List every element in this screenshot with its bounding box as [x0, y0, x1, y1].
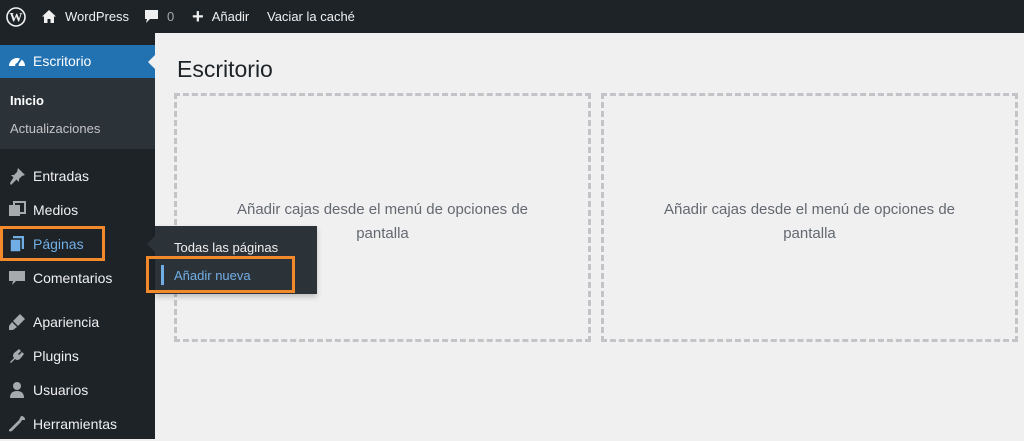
menu-item-comments[interactable]: Comentarios	[0, 261, 155, 295]
highlight-box-add-new	[146, 256, 295, 293]
users-icon	[8, 381, 26, 399]
submenu-item-updates[interactable]: Actualizaciones	[10, 121, 100, 136]
page-title: Escritorio	[177, 56, 273, 82]
menu-label-users: Usuarios	[33, 382, 89, 398]
current-menu-arrow	[148, 55, 155, 69]
dashboard-label: Escritorio	[33, 53, 92, 69]
dashboard-submenu: Inicio Actualizaciones	[0, 78, 155, 149]
menu-label-posts: Entradas	[33, 168, 90, 184]
comment-icon	[8, 269, 26, 287]
site-name: WordPress	[65, 9, 130, 24]
cache-label: Vaciar la caché	[267, 9, 355, 24]
widget-drop-area-1: Añadir cajas desde el menú de opciones d…	[174, 93, 591, 342]
new-label: Añadir	[211, 9, 250, 24]
menu-item-appearance[interactable]: Apariencia	[0, 305, 155, 339]
appearance-icon	[8, 313, 26, 331]
comment-bubble-icon	[144, 9, 159, 24]
menu-label-tools: Herramientas	[33, 416, 118, 432]
drop-area-message: Añadir cajas desde el menú de opciones d…	[663, 201, 956, 242]
menu-item-posts[interactable]: Entradas	[0, 159, 155, 193]
comments-count: 0	[167, 9, 175, 24]
media-icon	[8, 201, 26, 219]
menu-item-plugins[interactable]: Plugins	[0, 339, 155, 373]
flyout-arrow	[147, 236, 155, 252]
widget-drop-area-2: Añadir cajas desde el menú de opciones d…	[601, 93, 1018, 342]
menu-item-users[interactable]: Usuarios	[0, 373, 155, 407]
menu-label-appearance: Apariencia	[33, 314, 100, 330]
home-icon	[41, 9, 57, 24]
menu-item-media[interactable]: Medios	[0, 193, 155, 227]
flyout-item-all-pages[interactable]: Todas las páginas	[174, 240, 278, 255]
site-name-link[interactable]: WordPress	[41, 0, 129, 33]
plugin-icon	[8, 347, 26, 365]
submenu-item-home[interactable]: Inicio	[10, 93, 44, 108]
menu-label-comments: Comentarios	[33, 270, 113, 286]
menu-label-media: Medios	[33, 202, 79, 218]
wordpress-logo-icon[interactable]: W	[6, 0, 26, 33]
pin-icon	[8, 167, 26, 185]
tools-icon	[8, 415, 26, 433]
plus-icon: +	[192, 5, 204, 28]
dashboard-gauge-icon	[8, 53, 26, 74]
clear-cache-link[interactable]: Vaciar la caché	[267, 0, 355, 33]
menu-label-plugins: Plugins	[33, 348, 79, 364]
svg-text:W: W	[10, 9, 23, 24]
admin-bar: W WordPress 0 + Añadir Vaciar la caché	[0, 0, 1024, 33]
menu-item-dashboard[interactable]: Escritorio	[0, 45, 155, 78]
comments-link[interactable]: 0	[144, 0, 174, 33]
menu-item-tools[interactable]: Herramientas	[0, 407, 155, 441]
new-content-link[interactable]: + Añadir	[192, 0, 249, 33]
highlight-box-pages	[0, 226, 105, 261]
